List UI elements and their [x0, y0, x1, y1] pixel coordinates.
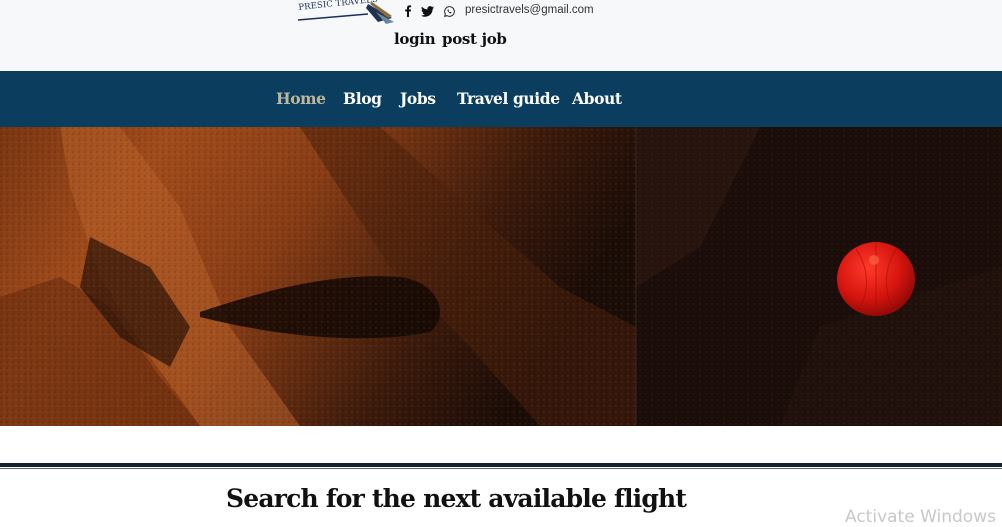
- nav-item-travel-guide[interactable]: Travel guide: [457, 89, 560, 108]
- brand-logo[interactable]: PRESIC TRAVELS: [296, 0, 396, 24]
- nav-item-home[interactable]: Home: [276, 89, 326, 108]
- activate-windows-watermark: Activate Windows: [845, 507, 996, 527]
- main-navbar: Home Blog Jobs Travel guide About: [0, 71, 1002, 127]
- post-job-link[interactable]: post job: [442, 30, 507, 48]
- hot-air-balloon: [837, 242, 915, 316]
- facebook-icon[interactable]: [404, 3, 412, 19]
- nav-item-blog[interactable]: Blog: [343, 89, 382, 108]
- top-header: PRESIC TRAVELS presictravels@gmail.com l…: [0, 0, 1002, 71]
- section-divider: [0, 463, 1002, 467]
- flight-search-heading: Search for the next available flight: [226, 484, 687, 513]
- nav-item-about[interactable]: About: [572, 89, 622, 108]
- nav-item-jobs[interactable]: Jobs: [400, 89, 436, 108]
- hero-banner-image: [0, 127, 1002, 426]
- login-link[interactable]: login: [394, 30, 436, 48]
- section-divider-thin: [0, 468, 1002, 469]
- twitter-icon[interactable]: [421, 3, 435, 19]
- contact-email[interactable]: presictravels@gmail.com: [465, 4, 594, 16]
- whatsapp-icon[interactable]: [444, 3, 456, 19]
